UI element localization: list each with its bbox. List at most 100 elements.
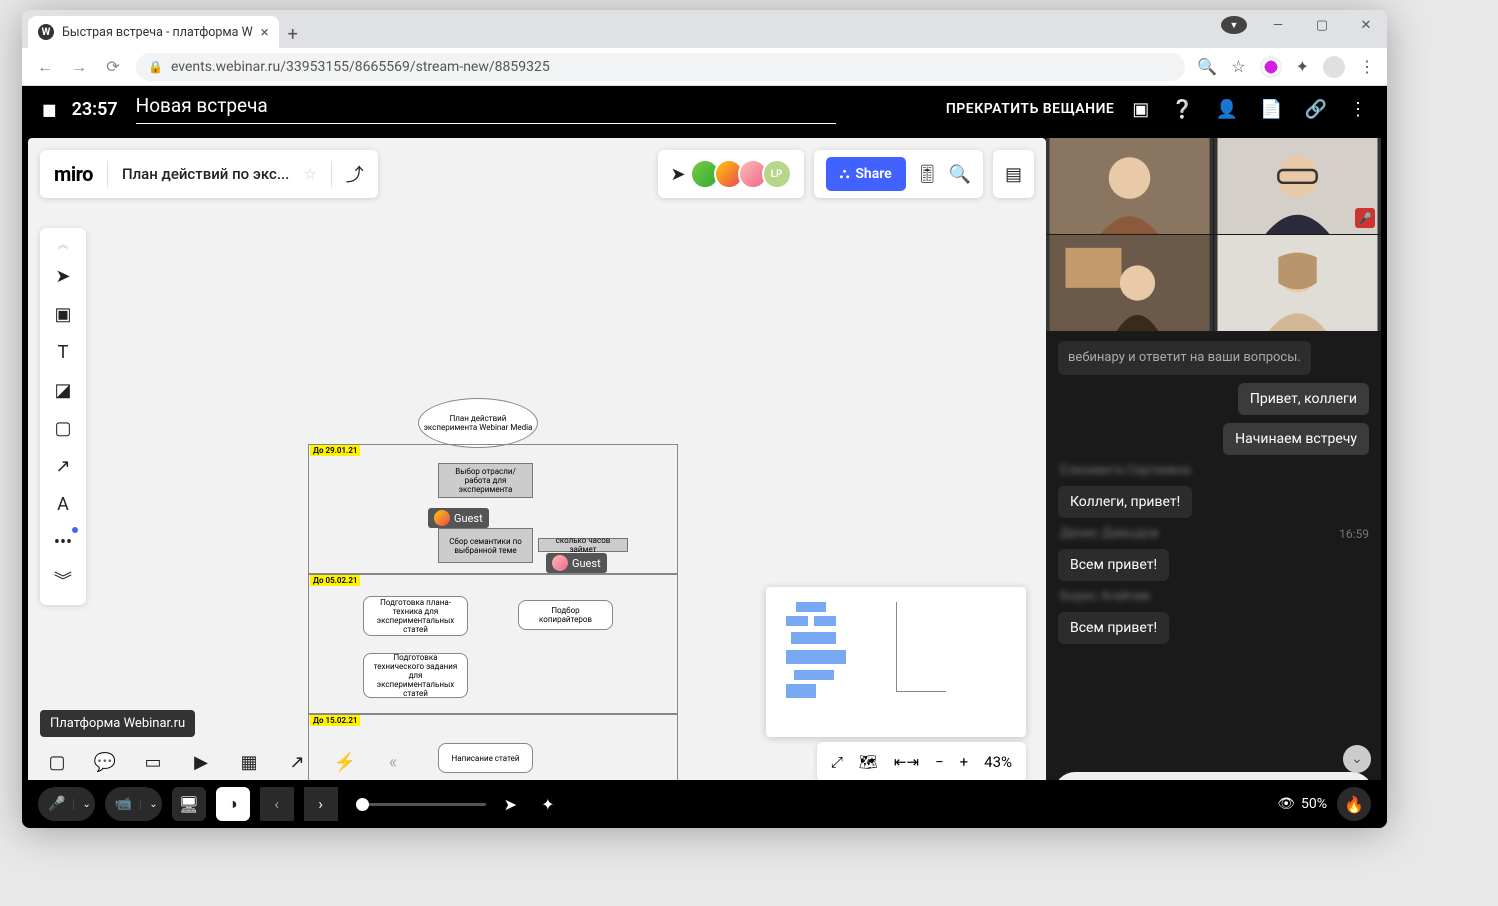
close-window-icon[interactable]: ✕ xyxy=(1353,18,1379,33)
account-drop-icon[interactable]: ▼ xyxy=(1221,16,1247,34)
participant-video[interactable] xyxy=(1046,235,1213,331)
chat-icon[interactable]: ▣ xyxy=(1132,99,1149,120)
section-label: До 05.02.21 xyxy=(310,575,360,586)
magic-icon[interactable]: ✦ xyxy=(541,795,554,814)
forward-icon[interactable]: → xyxy=(68,57,90,77)
flow-box[interactable]: Сбор семантики по выбранной теме xyxy=(438,528,533,563)
fit-icon[interactable]: ⇤⇥ xyxy=(894,753,919,771)
profile-icon[interactable] xyxy=(1260,56,1282,78)
activity-icon[interactable]: ⚡ xyxy=(328,745,362,779)
menu-icon[interactable]: ⋮ xyxy=(1359,57,1375,76)
flow-sidebox[interactable]: сколько часов займет xyxy=(538,538,628,552)
minimize-icon[interactable]: — xyxy=(1265,18,1291,33)
more-icon[interactable]: ⋮ xyxy=(1349,99,1367,120)
mic-button[interactable]: 🎤⌄ xyxy=(38,787,95,821)
meeting-title[interactable]: Новая встреча xyxy=(136,94,836,124)
address-field[interactable]: 🔒 events.webinar.ru/33953155/8665569/str… xyxy=(136,53,1185,81)
share-button[interactable]: ⛬ Share xyxy=(826,157,906,191)
search-icon[interactable]: 🔍 xyxy=(949,164,971,185)
star-icon[interactable]: ☆ xyxy=(303,165,316,183)
more-tools[interactable]: ••• xyxy=(46,525,80,559)
search-page-icon[interactable]: 🔍 xyxy=(1197,57,1217,76)
pen-tool[interactable]: A xyxy=(46,487,80,521)
text-tool[interactable]: T xyxy=(46,335,80,369)
flow-box[interactable]: Подготовка технического задания для эксп… xyxy=(363,653,468,698)
sticky-tool[interactable]: ◪ xyxy=(46,373,80,407)
webinar-topbar: ▮▮ 23:57 Новая встреча ПРЕКРАТИТЬ ВЕЩАНИ… xyxy=(22,86,1387,132)
scroll-down-button[interactable]: ⌄ xyxy=(1343,745,1371,768)
collapse-left-icon[interactable]: « xyxy=(376,745,410,779)
flow-start[interactable]: План действий эксперимента Webinar Media xyxy=(418,398,538,448)
notes-button[interactable]: ▤ xyxy=(993,150,1034,198)
export-icon[interactable]: ⤴ xyxy=(346,161,364,187)
chevron-down-icon[interactable]: ⌄ xyxy=(140,799,157,810)
reload-icon[interactable]: ⟳ xyxy=(102,57,124,76)
history-icon[interactable]: ▭ xyxy=(136,745,170,779)
zoom-out-icon[interactable]: − xyxy=(935,753,944,771)
browser-tab[interactable]: W Быстрая встреча - платформа W × xyxy=(28,16,279,48)
camera-button[interactable]: 📹⌄ xyxy=(105,787,162,821)
users-icon[interactable]: 👤 xyxy=(1216,99,1238,120)
back-icon[interactable]: ← xyxy=(34,57,56,77)
share-label: Share xyxy=(855,166,891,182)
pause-icon[interactable]: ▮▮ xyxy=(42,100,54,119)
slider-knob[interactable] xyxy=(356,798,369,811)
stop-broadcast-button[interactable]: ПРЕКРАТИТЬ ВЕЩАНИЕ xyxy=(946,101,1114,117)
settings-icon[interactable]: 🎚 xyxy=(916,164,939,185)
expand-icon[interactable]: ︾ xyxy=(46,563,80,597)
files-icon[interactable]: 📄 xyxy=(1260,99,1282,120)
participant-video[interactable]: 🎤 xyxy=(1214,138,1381,234)
collapse-icon[interactable]: ︽ xyxy=(58,236,68,251)
comment-icon[interactable]: 💬 xyxy=(88,745,122,779)
fullscreen-icon[interactable]: ⤢ xyxy=(831,753,843,771)
select-tool[interactable]: ➤ xyxy=(46,259,80,293)
system-message: вебинару и ответит на ваши вопросы. xyxy=(1058,341,1311,375)
participant-video[interactable] xyxy=(1214,235,1381,331)
board-share-button[interactable]: ◑ xyxy=(216,787,250,821)
pointer-icon[interactable]: ➤ xyxy=(504,795,517,814)
zoom-in-icon[interactable]: + xyxy=(960,753,969,771)
maximize-icon[interactable]: ▢ xyxy=(1309,18,1335,33)
share-settings: ⛬ Share 🎚 🔍 xyxy=(814,150,983,198)
board-name[interactable]: План действий по экс... xyxy=(122,165,289,183)
help-icon[interactable]: ❔ xyxy=(1171,99,1193,120)
chevron-down-icon[interactable]: ⌄ xyxy=(73,799,90,810)
flow-box[interactable]: Подбор копирайтеров xyxy=(518,600,613,630)
reaction-button[interactable]: 🔥 xyxy=(1337,787,1371,821)
template-tool[interactable]: ▣ xyxy=(46,297,80,331)
flow-box[interactable]: Подготовка плана-техника для эксперимент… xyxy=(363,596,468,636)
arrow-tool[interactable]: ↗ xyxy=(46,449,80,483)
miro-minimap[interactable] xyxy=(766,587,1026,737)
apps-icon[interactable]: ▦ xyxy=(232,745,266,779)
cursor-icon[interactable]: ➤ xyxy=(670,164,685,185)
present-icon[interactable]: ▶ xyxy=(184,745,218,779)
user-avatar-icon[interactable] xyxy=(1323,56,1345,78)
zoom-level[interactable]: 43% xyxy=(984,753,1012,771)
prev-slide-button[interactable]: ‹ xyxy=(260,787,294,821)
participant-video[interactable] xyxy=(1046,138,1213,234)
muted-icon: 🎤 xyxy=(1355,208,1375,228)
next-slide-button[interactable]: › xyxy=(304,787,338,821)
people-icon: ⛬ xyxy=(840,166,850,182)
webinar-bottom-bar: 🎤⌄ 📹⌄ 🖥 ◑ ‹ › ➤ ✦ 👁 50% 🔥 xyxy=(22,780,1387,828)
viewers-count[interactable]: 👁 50% xyxy=(1277,796,1327,812)
map-icon[interactable]: 🗺 xyxy=(859,753,878,771)
url-text: events.webinar.ru/33953155/8665569/strea… xyxy=(171,59,550,75)
new-tab-button[interactable]: + xyxy=(279,20,307,48)
extensions-icon[interactable]: ✦ xyxy=(1296,57,1309,76)
video-grid: 🎤 xyxy=(1046,138,1381,331)
shape-tool[interactable]: ▢ xyxy=(46,411,80,445)
link-icon[interactable]: 🔗 xyxy=(1305,99,1327,120)
close-tab-icon[interactable]: × xyxy=(261,23,269,41)
bookmark-icon[interactable]: ☆ xyxy=(1231,57,1245,76)
progress-slider[interactable] xyxy=(356,803,486,806)
open-icon[interactable]: ↗ xyxy=(280,745,314,779)
flow-box[interactable]: Написание статей xyxy=(438,743,533,773)
guest-cursor: Guest xyxy=(428,508,489,528)
eye-icon: 👁 xyxy=(1277,796,1295,812)
flow-box[interactable]: Выбор отрасли/работа для эксперимента xyxy=(438,463,533,498)
frame-icon[interactable]: ▢ xyxy=(40,745,74,779)
miro-bottom-tools: ▢ 💬 ▭ ▶ ▦ ↗ ⚡ « xyxy=(40,742,410,782)
screen-share-button[interactable]: 🖥 xyxy=(172,787,206,821)
avatar-stack[interactable]: LP xyxy=(696,159,792,189)
